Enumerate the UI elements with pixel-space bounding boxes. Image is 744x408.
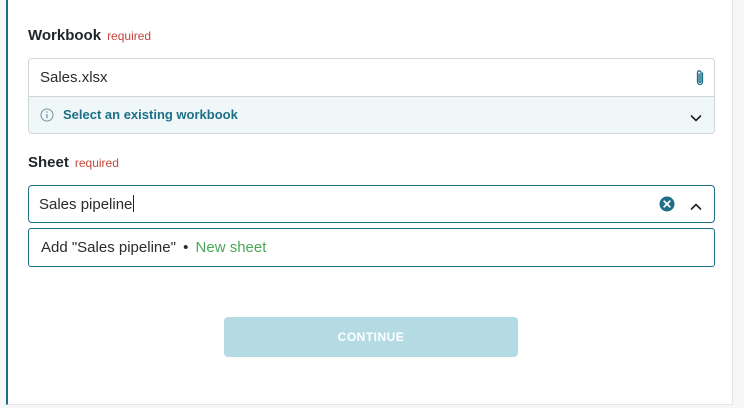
add-new-sheet-option[interactable]: Add "Sales pipeline" • New sheet: [28, 228, 715, 267]
workbook-input[interactable]: Sales.xlsx: [29, 59, 714, 97]
workbook-select-dropdown[interactable]: Select an existing workbook: [29, 97, 714, 133]
chevron-up-icon[interactable]: [690, 199, 702, 210]
workbook-required-tag: required: [107, 29, 152, 43]
new-sheet-tag: New sheet: [195, 239, 267, 256]
sheet-input-value: Sales pipeline: [39, 195, 135, 213]
continue-button[interactable]: CONTINUE: [224, 317, 518, 357]
form-panel: Workbook required Sales.xlsx Select an ex…: [6, 0, 733, 405]
sheet-input[interactable]: Sales pipeline: [28, 185, 715, 223]
add-sheet-text: Add "Sales pipeline": [41, 239, 176, 256]
workbook-label-text: Workbook: [28, 27, 102, 44]
sheet-label: Sheet required: [28, 154, 119, 171]
sheet-label-text: Sheet: [28, 154, 69, 171]
workbook-select-prompt: Select an existing workbook: [63, 107, 238, 122]
workbook-label: Workbook required: [28, 27, 151, 44]
clear-circle-icon[interactable]: [659, 196, 675, 212]
workbook-input-value: Sales.xlsx: [40, 69, 108, 86]
separator-bullet: •: [183, 239, 189, 256]
chevron-down-icon[interactable]: [690, 110, 702, 122]
workbook-field: Sales.xlsx Select an existing workbook: [28, 58, 715, 134]
text-cursor: [133, 195, 135, 212]
paperclip-icon[interactable]: [694, 69, 706, 87]
info-icon: [40, 108, 54, 122]
sheet-required-tag: required: [74, 156, 119, 170]
sheet-input-text: Sales pipeline: [39, 196, 133, 213]
